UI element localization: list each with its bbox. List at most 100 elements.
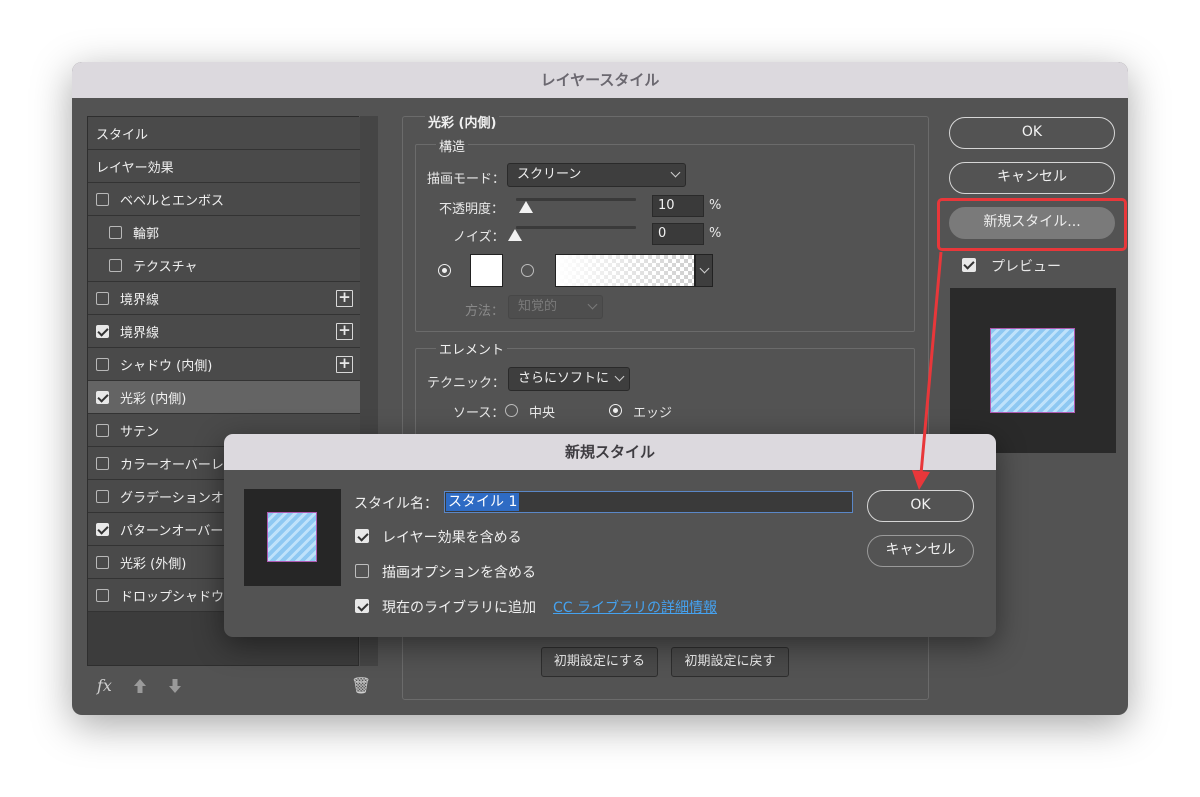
effects-toolbar: fx 🗑 — [87, 666, 379, 706]
trash-icon[interactable]: 🗑 — [351, 676, 371, 695]
list-item-contour[interactable]: 輪郭 — [88, 216, 360, 249]
opacity-slider-track[interactable] — [516, 198, 636, 201]
make-default-button[interactable]: 初期設定にする — [541, 647, 658, 677]
list-item-style[interactable]: スタイル — [88, 117, 360, 150]
list-item-label: スタイル — [96, 127, 149, 143]
list-item-label: テクスチャ — [133, 259, 198, 275]
color-overlay-checkbox[interactable] — [96, 457, 109, 470]
panel-title: 光彩 (内側) — [425, 112, 500, 131]
add-to-library-label: 現在のライブラリに追加 — [382, 600, 536, 616]
chevron-down-icon — [587, 299, 598, 310]
thumbnail-swatch — [267, 512, 317, 562]
source-center-radio[interactable] — [505, 404, 518, 417]
add-inner-shadow-button[interactable]: + — [336, 356, 353, 373]
structure-title: 構造 — [436, 136, 469, 155]
list-item-label: カラーオーバーレ — [120, 457, 224, 473]
preview-checkbox[interactable] — [962, 258, 976, 272]
glow-color-swatch[interactable] — [470, 254, 503, 287]
list-item-label: サテン — [120, 424, 160, 440]
outer-glow-checkbox[interactable] — [96, 556, 109, 569]
chevron-down-icon — [614, 371, 625, 382]
gradient-radio[interactable] — [521, 264, 534, 277]
preview-label: プレビュー — [991, 259, 1061, 275]
opacity-field[interactable]: 10 — [652, 195, 704, 217]
reset-default-button[interactable]: 初期設定に戻す — [671, 647, 789, 677]
source-edge-radio[interactable] — [609, 404, 622, 417]
new-style-thumbnail — [244, 489, 341, 586]
source-center-label: 中央 — [529, 406, 556, 421]
style-name-input[interactable]: スタイル 1 — [444, 491, 853, 513]
list-item-stroke-2[interactable]: 境界線 + — [88, 315, 360, 348]
list-item-label: 光彩 (内側) — [120, 391, 187, 407]
texture-checkbox[interactable] — [109, 259, 122, 272]
list-item-label: 境界線 — [120, 292, 160, 308]
fx-icon[interactable]: fx — [97, 676, 112, 695]
list-item-bevel-emboss[interactable]: ベベルとエンボス — [88, 183, 360, 216]
new-style-dialog: 新規スタイル スタイル名： スタイル 1 レイヤー効果を含める 描画オプションを… — [224, 434, 996, 637]
method-select[interactable]: 知覚的 — [508, 295, 603, 319]
stroke-checkbox[interactable] — [96, 325, 109, 338]
chevron-down-icon — [670, 167, 681, 178]
noise-field[interactable]: 0 — [652, 223, 704, 245]
add-stroke-button[interactable]: + — [336, 290, 353, 307]
list-item-label: 光彩 (外側) — [120, 556, 187, 572]
noise-label: ノイズ： — [453, 230, 505, 245]
source-edge-label: エッジ — [633, 406, 673, 421]
elements-title: エレメント — [436, 339, 508, 358]
bevel-emboss-checkbox[interactable] — [96, 193, 109, 206]
library-info-link[interactable]: CC ライブラリの詳細情報 — [553, 597, 717, 617]
opacity-slider-thumb[interactable] — [519, 201, 533, 213]
add-to-library-checkbox[interactable] — [355, 599, 369, 613]
list-item-layer-effects[interactable]: レイヤー効果 — [88, 150, 360, 183]
color-radio[interactable] — [438, 264, 451, 277]
method-value: 知覚的 — [518, 299, 558, 314]
technique-label: テクニック： — [427, 376, 506, 391]
new-style-ok-button[interactable]: OK — [867, 490, 974, 522]
noise-slider-thumb[interactable] — [508, 229, 522, 241]
satin-checkbox[interactable] — [96, 424, 109, 437]
move-up-icon[interactable] — [133, 678, 147, 694]
inner-glow-checkbox[interactable] — [96, 391, 109, 404]
style-name-label: スタイル名： — [354, 496, 438, 512]
include-blending-checkbox[interactable] — [355, 564, 369, 578]
add-stroke-button[interactable]: + — [336, 323, 353, 340]
list-item-label: レイヤー効果 — [96, 160, 174, 176]
move-down-icon[interactable] — [168, 678, 182, 694]
contour-checkbox[interactable] — [109, 226, 122, 239]
method-label: 方法： — [465, 304, 505, 319]
opacity-label: 不透明度： — [439, 202, 505, 217]
list-item-label: ベベルとエンボス — [120, 193, 225, 209]
noise-slider-track[interactable] — [516, 226, 636, 229]
technique-value: さらにソフトに — [518, 371, 610, 386]
gradient-dropdown[interactable] — [695, 254, 713, 287]
list-item-inner-shadow[interactable]: シャドウ (内側) + — [88, 348, 360, 381]
blend-mode-value: スクリーン — [517, 167, 582, 182]
blend-mode-label: 描画モード： — [427, 172, 506, 187]
drop-shadow-checkbox[interactable] — [96, 589, 109, 602]
list-item-stroke-1[interactable]: 境界線 + — [88, 282, 360, 315]
chevron-down-icon — [699, 263, 710, 274]
list-item-label: 輪郭 — [133, 226, 160, 242]
list-item-texture[interactable]: テクスチャ — [88, 249, 360, 282]
glow-gradient-swatch[interactable] — [555, 254, 695, 287]
include-effects-checkbox[interactable] — [355, 529, 369, 543]
ok-button[interactable]: OK — [949, 117, 1115, 149]
cancel-button[interactable]: キャンセル — [949, 162, 1115, 194]
list-item-label: ドロップシャドウ — [120, 589, 225, 605]
dialog-title: レイヤースタイル — [72, 62, 1128, 98]
preview-swatch — [990, 328, 1075, 413]
list-item-label: シャドウ (内側) — [120, 358, 213, 374]
dialog-title: 新規スタイル — [224, 434, 996, 470]
blend-mode-select[interactable]: スクリーン — [507, 163, 686, 187]
style-name-value: スタイル 1 — [446, 493, 520, 511]
include-blending-label: 描画オプションを含める — [382, 565, 536, 581]
stroke-checkbox[interactable] — [96, 292, 109, 305]
new-style-highlight — [937, 198, 1127, 251]
gradient-overlay-checkbox[interactable] — [96, 490, 109, 503]
style-preview — [950, 288, 1116, 453]
inner-shadow-checkbox[interactable] — [96, 358, 109, 371]
pattern-overlay-checkbox[interactable] — [96, 523, 109, 536]
list-item-inner-glow[interactable]: 光彩 (内側) — [88, 381, 360, 414]
new-style-cancel-button[interactable]: キャンセル — [867, 535, 974, 567]
technique-select[interactable]: さらにソフトに — [508, 367, 630, 391]
